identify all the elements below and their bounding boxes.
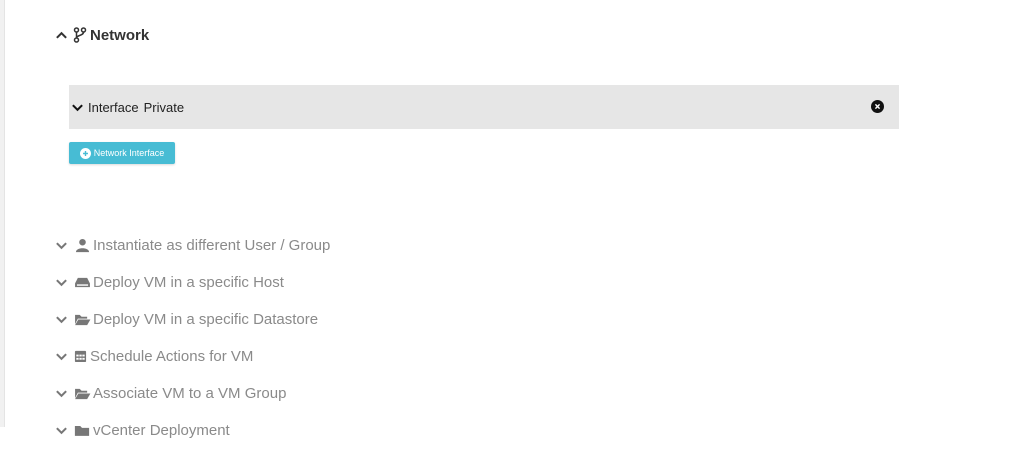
folder-icon [73,422,91,438]
advanced-item-label: Instantiate as different User / Group [93,236,331,254]
interface-label: Interface [88,99,139,115]
advanced-item-label: vCenter Deployment [93,421,230,439]
chevron-down-icon [53,348,69,364]
advanced-item-label: Schedule Actions for VM [90,347,254,365]
template-panel: Network Interface Private Network Interf… [5,0,1024,454]
advanced-item-schedule[interactable]: Schedule Actions for VM [53,343,253,369]
network-branch-icon [73,27,87,43]
add-network-interface-button[interactable]: Network Interface [69,142,175,164]
chevron-up-icon [53,27,69,43]
add-network-interface-label: Network Interface [93,148,165,158]
calendar-icon [73,348,87,364]
chevron-down-icon [53,385,69,401]
advanced-item-label: Deploy VM in a specific Datastore [93,310,319,328]
advanced-item-datastore[interactable]: Deploy VM in a specific Datastore [53,306,318,332]
advanced-item-label: Associate VM to a VM Group [93,384,287,402]
advanced-item-vm-group[interactable]: Associate VM to a VM Group [53,380,286,406]
folder-open-icon [73,311,91,327]
folder-open-icon [73,385,91,401]
chevron-down-icon [69,99,85,115]
hdd-icon [73,274,91,290]
chevron-down-icon [53,311,69,327]
remove-interface-icon[interactable] [871,100,884,113]
chevron-down-icon [53,237,69,253]
advanced-item-label: Deploy VM in a specific Host [93,273,284,291]
network-section-toggle[interactable]: Network [53,22,149,48]
advanced-item-vcenter[interactable]: vCenter Deployment [53,417,230,443]
chevron-down-icon [53,274,69,290]
interface-row[interactable]: Interface Private [69,85,899,129]
user-icon [73,237,91,253]
advanced-item-host[interactable]: Deploy VM in a specific Host [53,269,284,295]
plus-circle-icon [79,147,91,159]
network-section-title: Network [90,26,150,44]
advanced-item-user-group[interactable]: Instantiate as different User / Group [53,232,330,258]
interface-value: Private [143,99,185,115]
chevron-down-icon [53,422,69,438]
